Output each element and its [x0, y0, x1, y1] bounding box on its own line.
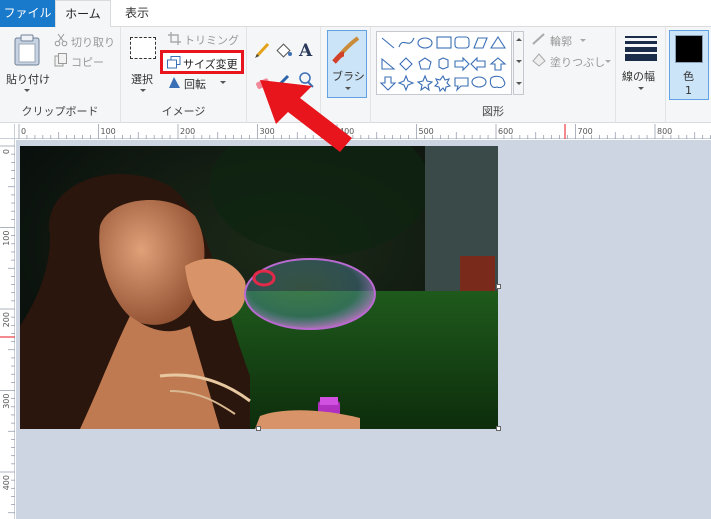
tab-file[interactable]: ファイル	[0, 0, 55, 27]
h-ruler-label: 100	[101, 127, 116, 136]
clipboard-group-label: クリップボード	[21, 105, 99, 118]
outline-icon	[532, 33, 545, 45]
color1-number: 1	[685, 84, 692, 97]
select-label: 選択	[131, 73, 153, 86]
shapes-group: 輪郭 塗りつぶし 図形	[371, 27, 616, 123]
select-dropdown-icon	[140, 89, 146, 92]
scroll-up-icon	[516, 38, 522, 41]
fill-label: 塗りつぶし	[550, 56, 606, 69]
shapes-group-label: 図形	[482, 105, 504, 118]
pencil-icon[interactable]	[254, 41, 272, 59]
size-dropdown-icon	[638, 87, 644, 90]
selection-rectangle-icon	[130, 37, 156, 59]
v-ruler-label: 400	[2, 475, 11, 490]
outline-button[interactable]: 輪郭	[531, 31, 611, 49]
annotation-arrow	[260, 80, 352, 152]
fill-button[interactable]: 塗りつぶし	[531, 52, 615, 70]
clipboard-group: 貼り付け 切り取り コピー クリップボード	[0, 27, 121, 123]
h-ruler-label: 700	[578, 127, 593, 136]
select-button[interactable]: 選択	[125, 31, 161, 101]
color1-button[interactable]: 色 1	[669, 30, 709, 100]
rotate-label: 回転	[184, 78, 206, 91]
horizontal-ruler: 0 100 200 300 400 500 600 700 800	[15, 124, 711, 139]
resize-handle-right[interactable]	[496, 284, 501, 289]
resize-handle-bottom[interactable]	[256, 426, 261, 431]
h-ruler-label: 0	[21, 127, 26, 136]
resize-label: サイズ変更	[183, 58, 238, 71]
cut-label: 切り取り	[71, 36, 115, 49]
canvas-image-bubble-girl[interactable]	[20, 146, 498, 429]
tab-home[interactable]: ホーム	[55, 0, 111, 28]
resize-button[interactable]: サイズ変更	[160, 50, 244, 74]
paste-label: 貼り付け	[6, 73, 50, 86]
clipboard-icon	[14, 34, 40, 66]
copy-button[interactable]: コピー	[54, 52, 118, 70]
rotate-icon	[169, 77, 180, 88]
h-ruler-label: 500	[419, 127, 434, 136]
v-ruler-label: 100	[2, 231, 11, 246]
resize-icon	[167, 56, 181, 69]
brush-icon	[332, 36, 360, 64]
vertical-ruler: 0 100 200 300 400	[0, 139, 15, 519]
tab-view[interactable]: 表示	[112, 0, 162, 27]
shapes-gallery[interactable]	[376, 31, 512, 95]
paste-dropdown-icon	[24, 89, 30, 92]
horizontal-ruler-ticks: 0 100 200 300 400 500 600 700 800	[18, 124, 711, 139]
v-ruler-label: 300	[2, 394, 11, 409]
fill-dropdown-icon	[605, 60, 611, 63]
v-ruler-label: 200	[2, 312, 11, 327]
vertical-ruler-ticks: 0 100 200 300 400	[0, 145, 15, 514]
cut-button[interactable]: 切り取り	[54, 32, 118, 50]
shapes-gallery-icons	[379, 35, 507, 93]
ruler-corner	[0, 124, 15, 139]
gallery-expand-icon	[516, 82, 522, 85]
crop-icon	[168, 32, 181, 45]
shapes-scrollbar[interactable]	[513, 31, 524, 95]
size-button[interactable]: 線の幅	[619, 31, 663, 99]
fill-icon	[532, 53, 546, 67]
size-group: 線の幅	[616, 27, 666, 123]
outline-label: 輪郭	[550, 35, 572, 48]
resize-handle-corner[interactable]	[496, 426, 501, 431]
svg-text:A: A	[298, 41, 313, 58]
fill-bucket-icon[interactable]	[275, 41, 293, 59]
scroll-down-icon	[516, 60, 522, 63]
crop-label: トリミング	[184, 34, 239, 47]
h-ruler-label: 800	[657, 127, 672, 136]
crop-button[interactable]: トリミング	[168, 30, 244, 48]
scissors-icon	[54, 33, 68, 47]
color1-label: 色	[683, 70, 694, 83]
size-label: 線の幅	[622, 70, 655, 83]
rotate-button[interactable]: 回転	[168, 76, 244, 91]
rotate-dropdown-icon	[220, 81, 226, 84]
ribbon-tab-bar: ファイル ホーム 表示	[0, 0, 711, 28]
h-ruler-label: 600	[498, 127, 513, 136]
line-width-icon	[625, 35, 657, 61]
text-icon[interactable]: A	[297, 40, 315, 58]
bubble-photo	[20, 146, 498, 429]
h-ruler-label: 200	[180, 127, 195, 136]
v-ruler-label: 0	[2, 149, 11, 154]
paste-button[interactable]: 貼り付け	[4, 31, 50, 101]
copy-icon	[54, 53, 67, 67]
image-group-label: イメージ	[161, 105, 206, 118]
outline-dropdown-icon	[580, 39, 586, 42]
image-group: 選択 トリミング サイズ変更 回転 イメージ	[121, 27, 247, 123]
copy-label: コピー	[71, 56, 104, 69]
color1-swatch	[675, 35, 703, 63]
